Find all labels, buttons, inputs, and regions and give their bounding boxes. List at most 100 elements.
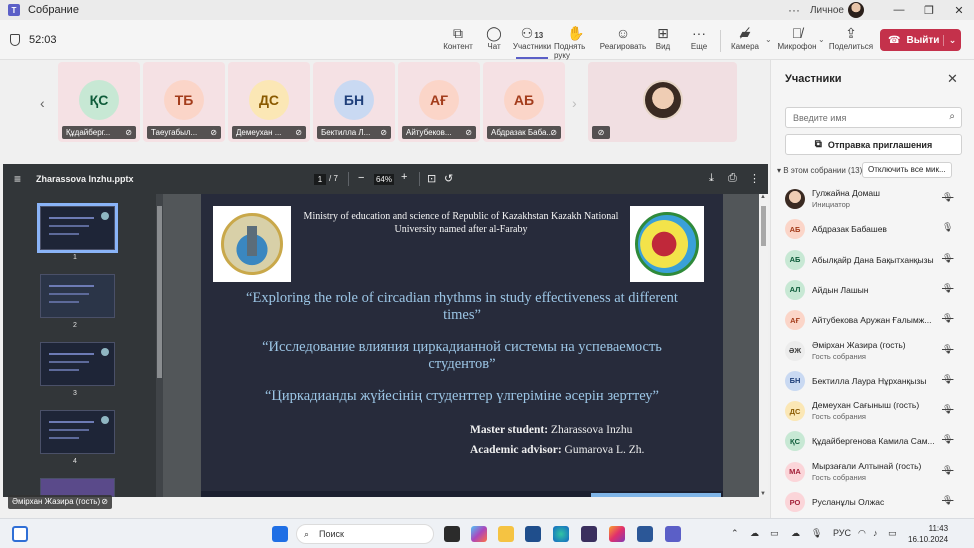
zoom-out-icon[interactable]: − xyxy=(358,172,364,184)
battery-icon[interactable]: ▭ xyxy=(888,528,897,539)
account-label[interactable]: Личное xyxy=(810,5,844,16)
mic-off-icon[interactable]: 🎙 xyxy=(942,404,953,415)
faculty-logo xyxy=(630,206,704,282)
rotate-icon[interactable]: ↺ xyxy=(444,172,453,185)
share-content-button[interactable]: ⧉ Контент xyxy=(443,24,473,56)
menu-icon[interactable]: ≡ xyxy=(14,172,21,186)
cloud-icon[interactable]: ☁ xyxy=(750,528,759,539)
gallery-next-icon[interactable]: › xyxy=(572,95,577,111)
participant-row[interactable]: ДС Демеухан Сағыныш (гость) Гость собрания… xyxy=(771,396,974,426)
close-icon[interactable]: ✕ xyxy=(947,71,958,87)
tray-overflow-icon[interactable]: ⌃ xyxy=(731,528,739,539)
more-options-icon[interactable]: ··· xyxy=(788,3,800,17)
app-icon[interactable] xyxy=(581,526,597,542)
volume-icon[interactable]: ♪ xyxy=(873,528,878,538)
participant-search[interactable]: ⌕ xyxy=(785,107,962,128)
participant-tile[interactable]: БН Бектилла Л... ⊘ xyxy=(313,62,395,142)
react-button[interactable]: ☺ Реагировать xyxy=(600,24,646,56)
more-options-icon[interactable]: ⋮ xyxy=(749,172,760,185)
participants-button[interactable]: ⚇13 Участники xyxy=(513,24,551,56)
participant-avatar: ТБ xyxy=(164,80,204,120)
mic-off-icon[interactable]: 🎙 xyxy=(942,313,953,324)
search-input[interactable] xyxy=(786,108,936,127)
participant-row[interactable]: ҚС Құдайбергенова Камила Сам... 🎙 xyxy=(771,426,974,456)
mic-off-icon[interactable]: 🎙 xyxy=(942,434,953,445)
close-window-icon[interactable]: ✕ xyxy=(944,4,974,17)
instagram-icon[interactable] xyxy=(609,526,625,542)
mic-off-icon[interactable]: 🎙 xyxy=(942,495,953,506)
participant-row[interactable]: БН Бектилла Лаура Нұрханқызы 🎙 xyxy=(771,366,974,396)
mute-all-button[interactable]: Отключить все мик... xyxy=(862,162,952,178)
mic-off-icon[interactable]: 🎙 xyxy=(942,192,953,203)
fit-page-icon[interactable]: ⊡ xyxy=(427,172,436,185)
mic-off-icon[interactable]: 🎙 xyxy=(942,253,953,264)
scroll-up-icon[interactable]: ▲ xyxy=(760,194,766,200)
edge-icon[interactable] xyxy=(553,526,569,542)
participant-row[interactable]: АБ Абдразак Бабашев 🎙 xyxy=(771,214,974,244)
participant-name: Айдын Лашын xyxy=(812,284,869,295)
page-number-input[interactable]: 1 xyxy=(314,174,326,185)
minimize-icon[interactable]: — xyxy=(884,4,914,16)
participant-row[interactable]: АҒ Айтубекова Аружан Ғалымж... 🎙 xyxy=(771,305,974,335)
participant-tile[interactable]: ТБ Таеугабыл... ⊘ xyxy=(143,62,225,142)
leave-button[interactable]: ☎ Выйти ⌄ xyxy=(880,29,961,51)
document-scrollbar[interactable]: ▲ ▼ xyxy=(759,194,768,497)
download-icon[interactable]: ⤓ xyxy=(709,172,714,185)
share-button[interactable]: ⇪ Поделиться xyxy=(829,24,873,56)
task-view-icon[interactable] xyxy=(444,526,460,542)
participant-tile[interactable]: АБ Абдразак Баба... ⊘ xyxy=(483,62,565,142)
account-avatar[interactable] xyxy=(848,2,864,18)
zoom-level-input[interactable]: 64% xyxy=(374,174,394,185)
start-icon[interactable] xyxy=(272,526,288,542)
mic-off-icon[interactable]: 🎙 xyxy=(942,283,953,294)
participant-row[interactable]: МА Мырзағали Алтынай (гость) Гость собрани… xyxy=(771,457,974,487)
scroll-down-icon[interactable]: ▼ xyxy=(760,491,766,497)
chat-button[interactable]: ◯ Чат xyxy=(482,24,506,56)
gallery-prev-icon[interactable]: ‹ xyxy=(40,95,45,111)
raise-hand-button[interactable]: ✋ Поднять руку xyxy=(554,24,598,60)
onedrive-icon[interactable]: ☁ xyxy=(791,528,800,539)
participant-row[interactable]: РО Русланұлы Олжас 🎙 xyxy=(771,487,974,517)
microphone-button[interactable]: 🎙̸ Микрофон xyxy=(778,24,817,56)
participant-tile[interactable]: ҚС Құдайберг... ⊘ xyxy=(58,62,140,142)
camera-button[interactable]: ▰̸ Камера xyxy=(731,24,759,56)
participant-row[interactable]: АБ Абылқайр Дана Бақытханқызы 🎙 xyxy=(771,245,974,275)
participant-row[interactable]: АЛ Айдын Лашын 🎙 xyxy=(771,275,974,305)
participant-tile[interactable]: АҒ Айтубеков... ⊘ xyxy=(398,62,480,142)
zoom-in-icon[interactable]: + xyxy=(401,171,407,183)
more-button[interactable]: ··· Еще xyxy=(690,24,708,56)
mic-off-icon[interactable]: 🎙 xyxy=(942,344,953,355)
word-icon[interactable] xyxy=(637,526,653,542)
thumbnail-page-2[interactable] xyxy=(40,274,115,318)
wifi-icon[interactable]: ◠ xyxy=(858,528,866,539)
participant-row[interactable]: Гулжайна Домаш Инициатор 🎙 xyxy=(771,184,974,214)
thumbnail-page-1[interactable] xyxy=(37,203,118,253)
invite-button[interactable]: ⧉ Отправка приглашения xyxy=(785,134,962,155)
teams-icon[interactable] xyxy=(665,526,681,542)
camera-options-chevron-icon[interactable]: ⌄ xyxy=(765,35,772,44)
thumbnail-page-4[interactable] xyxy=(40,410,115,454)
print-icon[interactable]: ⎙ xyxy=(728,172,737,185)
thumbnail-page-3[interactable] xyxy=(40,342,115,386)
mic-off-icon[interactable]: 🎙 xyxy=(942,374,953,385)
self-video-tile[interactable]: ⊘ xyxy=(588,62,737,142)
microphone-tray-icon[interactable]: 🎙 xyxy=(811,528,822,539)
participant-tile[interactable]: ДС Демеухан ... ⊘ xyxy=(228,62,310,142)
camera-tray-icon[interactable]: ▭ xyxy=(770,528,779,539)
maximize-icon[interactable]: ❐ xyxy=(914,4,944,17)
copilot-icon[interactable] xyxy=(471,526,487,542)
clock[interactable]: 11:43 16.10.2024 xyxy=(908,523,948,545)
leave-options-chevron-icon[interactable]: ⌄ xyxy=(943,34,961,46)
participant-row[interactable]: ӘЖ Әмірхан Жазира (гость) Гость собрания 🎙 xyxy=(771,336,974,366)
mic-options-chevron-icon[interactable]: ⌄ xyxy=(818,35,825,44)
mic-off-icon[interactable]: 🎙 xyxy=(942,465,953,476)
view-button[interactable]: ⊞ Вид xyxy=(654,24,672,56)
widgets-icon[interactable] xyxy=(12,526,28,542)
store-icon[interactable] xyxy=(525,526,541,542)
file-explorer-icon[interactable] xyxy=(498,526,514,542)
taskbar-search[interactable]: ⌕ Поиск xyxy=(296,524,434,544)
language-indicator[interactable]: РУС xyxy=(833,528,851,538)
thumbnail-scrollbar[interactable] xyxy=(156,194,163,497)
mic-on-icon[interactable]: 🎙 xyxy=(942,222,953,233)
in-meeting-section-toggle[interactable]: ▾ В этом собрании (13) xyxy=(777,166,862,175)
